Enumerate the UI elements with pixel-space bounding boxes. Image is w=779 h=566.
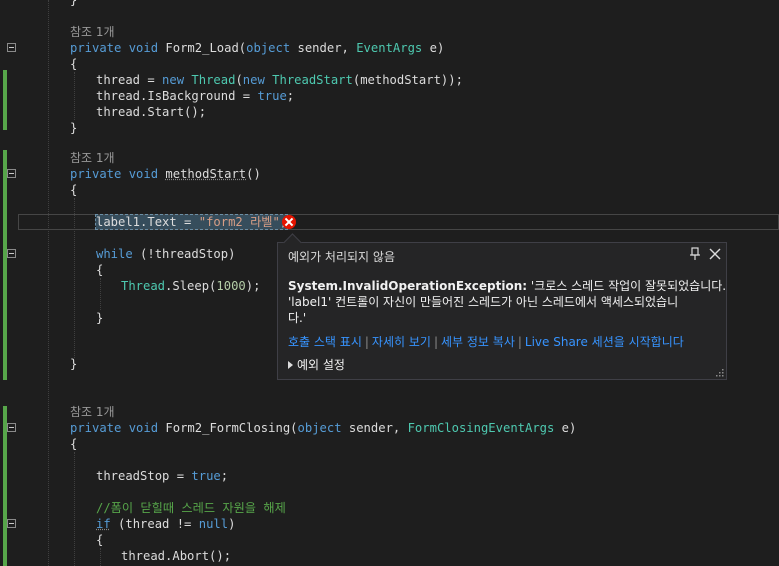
current-statement-line[interactable]: label1.Text = "form2 라벨"; <box>94 214 289 230</box>
fold-toggle-icon[interactable] <box>7 423 16 432</box>
fold-toggle-icon[interactable] <box>7 519 16 528</box>
change-indicator-bar <box>3 70 7 130</box>
reference-count[interactable]: 참조 1개 <box>70 404 115 420</box>
code-line[interactable]: } <box>70 0 77 8</box>
indent-guide <box>100 548 101 566</box>
popup-title: 예외가 처리되지 않음 <box>288 250 395 264</box>
reference-count[interactable]: 참조 1개 <box>70 24 115 40</box>
pin-icon[interactable] <box>689 247 701 261</box>
exception-message: 다.' <box>288 311 307 325</box>
exception-message: System.InvalidOperationException: '크로스 스… <box>288 279 727 293</box>
code-line[interactable]: } <box>70 120 77 136</box>
code-line[interactable]: private void Form2_Load(object sender, E… <box>70 40 444 56</box>
code-line[interactable]: } <box>70 356 77 372</box>
fold-toggle-icon[interactable] <box>7 169 16 178</box>
code-line[interactable]: { <box>70 436 77 452</box>
code-line[interactable]: thread.Abort(); <box>121 548 231 564</box>
indent-guide <box>74 452 75 566</box>
code-line[interactable]: { <box>70 182 77 198</box>
code-line[interactable]: private void methodStart() <box>70 166 261 182</box>
code-line[interactable]: { <box>96 262 103 278</box>
code-line[interactable]: thread = new Thread(new ThreadStart(meth… <box>96 72 463 88</box>
indent-guide <box>74 72 75 120</box>
code-line[interactable]: { <box>70 56 77 72</box>
code-line[interactable]: thread.Start(); <box>96 104 206 120</box>
exception-links: 호출 스택 표시 | 자세히 보기 | 세부 정보 복사 | Live Share 세션을 … <box>288 335 684 349</box>
reference-count[interactable]: 참조 1개 <box>70 150 115 166</box>
exception-helper-popup: 예외가 처리되지 않음 System.InvalidOperationExcep… <box>277 242 727 380</box>
fold-toggle-icon[interactable] <box>7 43 16 52</box>
expand-triangle-icon <box>288 361 293 369</box>
exception-message: 'label1' 컨트롤이 자신이 만들어진 스레드가 아닌 스레드에서 액세스… <box>288 295 679 309</box>
code-line[interactable]: private void Form2_FormClosing(object se… <box>70 420 576 436</box>
code-line[interactable]: } <box>96 310 103 326</box>
start-live-share-link[interactable]: Live Share 세션을 시작합니다 <box>525 335 684 349</box>
code-line[interactable]: if (thread != null) <box>96 516 235 532</box>
indent-guide <box>48 0 49 566</box>
indent-guide <box>100 278 101 310</box>
close-icon[interactable] <box>708 247 722 261</box>
code-line[interactable]: threadStop = true; <box>96 468 228 484</box>
exception-settings-toggle[interactable]: 예외 설정 <box>288 356 345 373</box>
view-call-stack-link[interactable]: 호출 스택 표시 <box>288 335 362 349</box>
code-line[interactable]: Thread.Sleep(1000); <box>121 278 260 294</box>
code-editor[interactable]: } 참조 1개 private void Form2_Load(object s… <box>0 0 779 566</box>
code-comment[interactable]: //폼이 닫힐때 스레드 자원을 해제 <box>96 500 286 516</box>
fold-toggle-icon[interactable] <box>7 249 16 258</box>
change-indicator-bar <box>3 150 7 380</box>
exception-type: System.InvalidOperationException: <box>288 279 528 293</box>
code-line[interactable]: { <box>96 532 103 548</box>
resize-grip-icon[interactable] <box>714 367 724 377</box>
code-line[interactable]: while (!threadStop) <box>96 246 235 262</box>
error-icon[interactable] <box>282 215 296 229</box>
copy-details-link[interactable]: 세부 정보 복사 <box>441 335 515 349</box>
code-line[interactable]: thread.IsBackground = true; <box>96 88 294 104</box>
view-details-link[interactable]: 자세히 보기 <box>372 335 431 349</box>
